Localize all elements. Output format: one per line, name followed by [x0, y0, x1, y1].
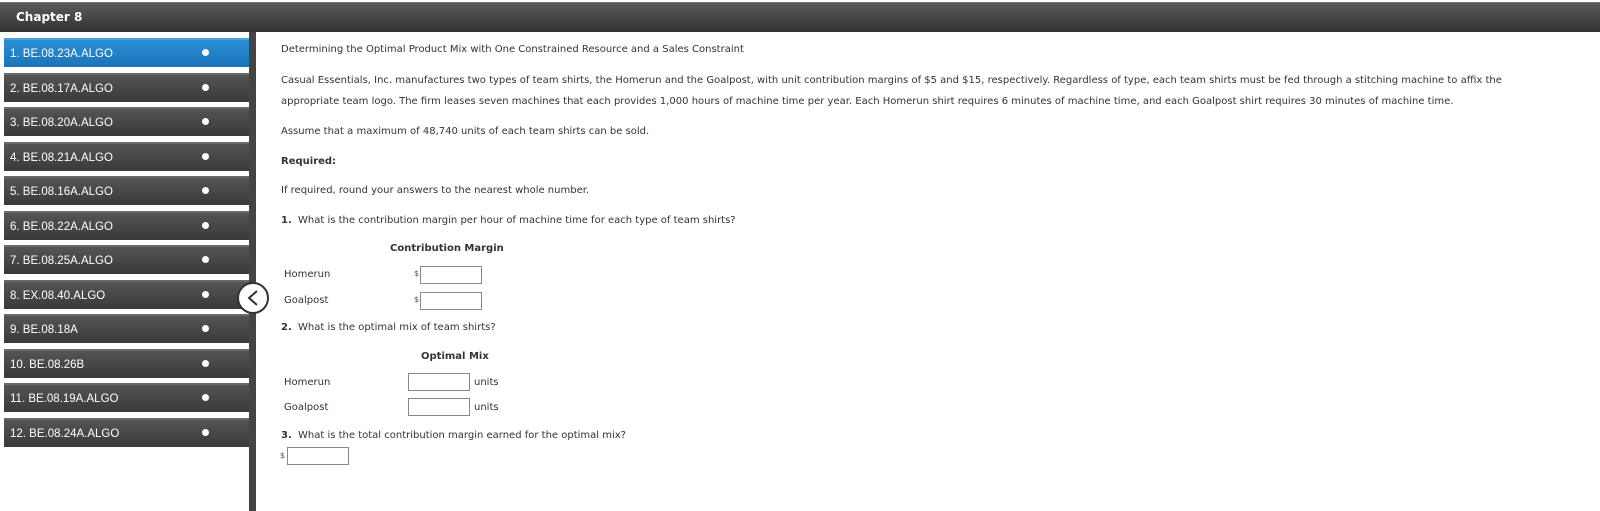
status-dot-icon: [202, 394, 209, 401]
status-dot-icon: [202, 187, 209, 194]
sidebar-item-label: 4. BE.08.21A.ALGO: [10, 151, 113, 164]
sidebar-item-label: 2. BE.08.17A.ALGO: [10, 82, 113, 95]
status-dot-icon: [202, 118, 209, 125]
q2-homerun-input[interactable]: [408, 373, 470, 391]
optimal-mix-header: Optimal Mix: [421, 351, 489, 362]
sidebar-item-9[interactable]: 9. BE.08.18A: [4, 314, 249, 343]
sidebar-item-5[interactable]: 5. BE.08.16A.ALGO: [4, 176, 249, 205]
status-dot-icon: [202, 325, 209, 332]
chapter-header: Chapter 8: [0, 2, 1600, 32]
chapter-title: Chapter 8: [16, 10, 83, 24]
sidebar-item-10[interactable]: 10. BE.08.26B: [4, 348, 249, 378]
question-2-text: What is the optimal mix of team shirts?: [298, 322, 496, 333]
question-2-number: 2.: [281, 322, 292, 333]
q3-total-margin-input[interactable]: [287, 447, 349, 465]
required-label: Required:: [281, 156, 337, 167]
scenario-text-line2: appropriate team logo. The firm leases s…: [281, 96, 1454, 107]
sidebar-item-label: 3. BE.08.20A.ALGO: [10, 117, 113, 129]
q2-goalpost-unit: units: [474, 402, 499, 413]
chevron-left-icon: [247, 290, 258, 306]
sidebar-item-2[interactable]: 2. BE.08.17A.ALGO: [4, 72, 249, 102]
q1-homerun-input[interactable]: [420, 266, 482, 284]
status-dot-icon: [202, 152, 209, 160]
sidebar-item-8[interactable]: 8. EX.08.40.ALGO: [4, 279, 249, 309]
status-dot-icon: [202, 290, 209, 298]
status-dot-icon: [202, 221, 209, 229]
question-3-number: 3.: [281, 430, 292, 441]
currency-symbol: $: [414, 295, 420, 304]
sidebar-item-7[interactable]: 7. BE.08.25A.ALGO: [4, 245, 249, 274]
rounding-note: If required, round your answers to the n…: [281, 185, 590, 196]
q2-homerun-unit: units: [474, 377, 499, 388]
sidebar-item-3[interactable]: 3. BE.08.20A.ALGO: [4, 107, 249, 136]
sidebar-item-1[interactable]: 1. BE.08.23A.ALGO: [4, 38, 249, 67]
q2-goalpost-input[interactable]: [408, 398, 470, 416]
q1-goalpost-input[interactable]: [420, 292, 482, 310]
sidebar-item-label: 8. EX.08.40.ALGO: [10, 289, 106, 302]
sidebar-item-12[interactable]: 12. BE.08.24A.ALGO: [4, 417, 249, 447]
status-dot-icon: [202, 83, 209, 91]
contribution-margin-header: Contribution Margin: [390, 243, 504, 254]
sidebar: 1. BE.08.23A.ALGO 2. BE.08.17A.ALGO 3. B…: [4, 32, 256, 511]
currency-symbol: $: [414, 269, 420, 278]
status-dot-icon: [202, 256, 209, 263]
q1-goalpost-label: Goalpost: [284, 295, 329, 306]
question-3-text: What is the total contribution margin ea…: [298, 430, 626, 441]
sidebar-item-label: 12. BE.08.24A.ALGO: [10, 427, 120, 440]
question-1-number: 1.: [281, 215, 292, 226]
status-dot-icon: [202, 49, 209, 56]
sidebar-item-6[interactable]: 6. BE.08.22A.ALGO: [4, 210, 249, 240]
status-dot-icon: [202, 428, 209, 436]
q2-goalpost-label: Goalpost: [284, 402, 329, 413]
sidebar-item-label: 6. BE.08.22A.ALGO: [10, 220, 113, 233]
sidebar-item-label: 5. BE.08.16A.ALGO: [10, 186, 113, 198]
sidebar-item-label: 10. BE.08.26B: [10, 358, 85, 371]
sidebar-item-label: 11. BE.08.19A.ALGO: [10, 393, 119, 405]
q2-homerun-label: Homerun: [284, 377, 331, 388]
sidebar-item-4[interactable]: 4. BE.08.21A.ALGO: [4, 141, 249, 171]
sidebar-item-label: 9. BE.08.18A: [10, 324, 78, 336]
sidebar-item-label: 7. BE.08.25A.ALGO: [10, 255, 113, 267]
currency-symbol: $: [280, 451, 286, 460]
sidebar-item-label: 1. BE.08.23A.ALGO: [10, 48, 113, 60]
question-1-text: What is the contribution margin per hour…: [298, 215, 736, 226]
scenario-text-line1: Casual Essentials, Inc. manufactures two…: [281, 75, 1502, 86]
sidebar-list: 1. BE.08.23A.ALGO 2. BE.08.17A.ALGO 3. B…: [4, 38, 249, 452]
status-dot-icon: [202, 359, 209, 367]
sidebar-item-11[interactable]: 11. BE.08.19A.ALGO: [4, 383, 249, 412]
q1-homerun-label: Homerun: [284, 269, 331, 280]
question-title: Determining the Optimal Product Mix with…: [281, 44, 744, 55]
collapse-sidebar-button[interactable]: [237, 282, 269, 314]
sales-constraint-text: Assume that a maximum of 48,740 units of…: [281, 126, 650, 137]
